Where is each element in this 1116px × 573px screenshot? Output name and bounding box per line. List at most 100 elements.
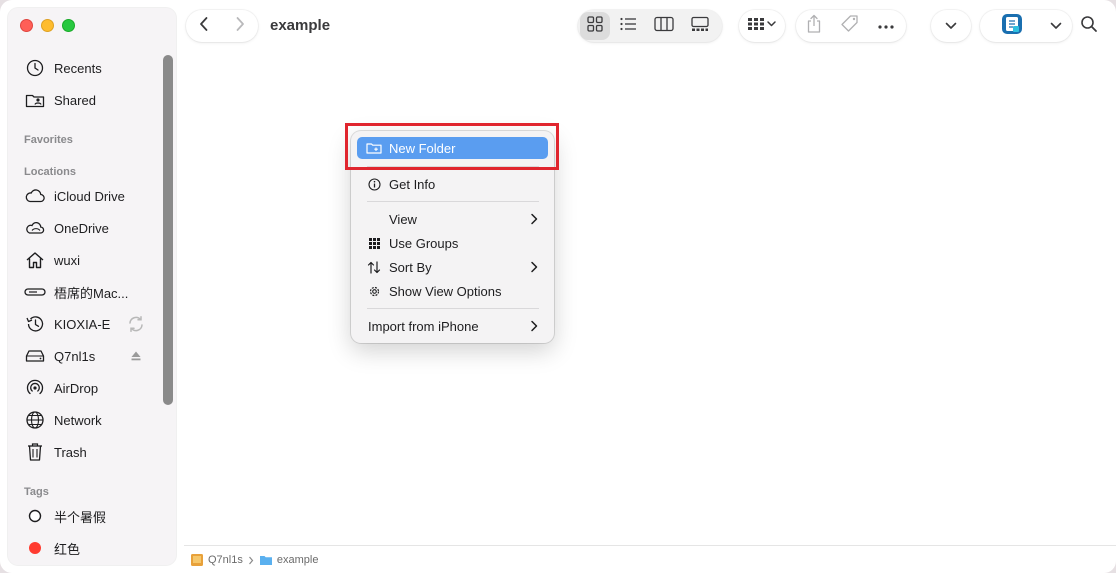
menu-item-label: Use Groups <box>389 235 459 251</box>
section-favorites: Favorites <box>24 134 73 146</box>
sidebar-tag-item[interactable]: 半个暑假 <box>24 504 106 528</box>
sidebar-item-icloud[interactable]: iCloud Drive <box>24 184 125 208</box>
app-extension-button[interactable] <box>980 10 1072 42</box>
path-segment-drive[interactable]: Q7nl1s <box>190 553 243 567</box>
chevron-right-icon <box>530 213 538 228</box>
grid-icon <box>363 237 385 250</box>
sort-icon <box>363 260 385 274</box>
sync-icon <box>127 315 145 333</box>
group-button[interactable] <box>739 10 785 42</box>
window-controls <box>20 19 75 32</box>
menu-item-label: Get Info <box>389 176 436 192</box>
search-icon <box>1080 15 1098 38</box>
gallery-view-icon <box>690 16 710 37</box>
drive-icon <box>24 345 46 367</box>
share-icon <box>806 14 822 39</box>
action-buttons <box>796 10 906 42</box>
cloud-icon <box>24 185 46 207</box>
trash-icon <box>24 441 46 463</box>
sidebar-item-label: KIOXIA-E <box>54 316 111 332</box>
clock-icon <box>24 57 46 79</box>
chevron-right-icon <box>530 261 538 276</box>
tag-icon <box>840 14 860 39</box>
chevron-down-icon <box>1050 17 1062 35</box>
minimize-button[interactable] <box>41 19 54 32</box>
ellipsis-icon <box>877 17 895 35</box>
gear-icon <box>363 285 385 298</box>
app-icon <box>1001 13 1023 40</box>
sidebar-item-kioxia[interactable]: KIOXIA-E <box>24 312 110 336</box>
path-segment-label: example <box>276 554 319 566</box>
sidebar-scrollbar[interactable] <box>163 55 173 405</box>
eject-icon[interactable] <box>127 347 145 365</box>
menu-item-label: Import from iPhone <box>368 318 479 334</box>
folder-icon <box>259 554 273 566</box>
column-view-icon <box>654 16 674 37</box>
app-extension-dropdown[interactable] <box>1044 12 1068 40</box>
nav-buttons <box>186 10 258 42</box>
sidebar-item-label: AirDrop <box>54 380 99 396</box>
more-button[interactable] <box>868 12 904 40</box>
globe-icon <box>24 409 46 431</box>
sidebar-item-label: 半个暑假 <box>54 509 107 525</box>
sidebar-item-trash[interactable]: Trash <box>24 440 87 464</box>
menu-item-use-groups[interactable]: Use Groups <box>357 232 548 254</box>
gallery-view-button[interactable] <box>682 12 718 40</box>
sidebar: Recents Shared Favorites Locations iClou… <box>8 8 176 565</box>
tag-circle-icon <box>24 537 46 559</box>
chevron-right-icon <box>234 16 246 37</box>
menu-item-import-from-iphone[interactable]: Import from iPhone <box>357 315 548 337</box>
zoom-button[interactable] <box>62 19 75 32</box>
list-view-icon <box>619 16 637 37</box>
path-bar: Q7nl1s example <box>184 545 1116 573</box>
group-icon <box>747 17 777 36</box>
sidebar-tag-item[interactable]: 红色 <box>24 536 80 560</box>
shared-folder-icon <box>24 89 46 111</box>
menu-item-show-view-options[interactable]: Show View Options <box>357 280 548 302</box>
sidebar-item-q7nl1s[interactable]: Q7nl1s <box>24 344 95 368</box>
search-button-inner <box>1072 12 1106 40</box>
chevron-right-icon <box>248 556 254 565</box>
sidebar-item-recents[interactable]: Recents <box>24 56 102 80</box>
airdrop-icon <box>24 377 46 399</box>
cloud-outline-icon <box>24 217 46 239</box>
sidebar-item-label: 梧席的Mac... <box>54 285 129 301</box>
sidebar-item-mac[interactable]: 梧席的Mac... <box>24 280 128 304</box>
dropdown-button[interactable] <box>931 10 971 42</box>
sidebar-item-label: OneDrive <box>54 220 109 236</box>
sidebar-item-airdrop[interactable]: AirDrop <box>24 376 98 400</box>
sidebar-item-network[interactable]: Network <box>24 408 102 432</box>
list-view-button[interactable] <box>610 12 646 40</box>
sidebar-item-label: Trash <box>54 444 87 460</box>
menu-item-sort-by[interactable]: Sort By <box>357 256 548 278</box>
search-button[interactable] <box>1072 10 1106 42</box>
finder-window: Recents Shared Favorites Locations iClou… <box>0 0 1116 573</box>
annotation-highlight <box>345 123 559 170</box>
column-view-button[interactable] <box>646 12 682 40</box>
window-title: example <box>270 17 331 34</box>
sidebar-item-label: Recents <box>54 60 102 76</box>
sidebar-item-label: Network <box>54 412 102 428</box>
tag-circle-icon <box>24 505 46 527</box>
menu-separator <box>367 201 539 202</box>
forward-button[interactable] <box>222 12 258 40</box>
drive-icon <box>190 553 204 567</box>
share-button[interactable] <box>796 12 832 40</box>
sidebar-item-onedrive[interactable]: OneDrive <box>24 216 109 240</box>
sidebar-item-shared[interactable]: Shared <box>24 88 96 112</box>
menu-item-label: Show View Options <box>389 283 502 299</box>
path-segment-folder[interactable]: example <box>259 554 319 566</box>
section-tags: Tags <box>24 486 49 498</box>
sidebar-item-label: iCloud Drive <box>54 188 125 204</box>
back-button[interactable] <box>186 12 222 40</box>
icon-view-button[interactable] <box>580 12 610 40</box>
menu-item-view[interactable]: View <box>357 208 548 230</box>
section-locations: Locations <box>24 166 76 178</box>
time-machine-icon <box>24 313 46 335</box>
menu-item-get-info[interactable]: Get Info <box>357 173 548 195</box>
view-switcher <box>578 10 722 42</box>
tag-button[interactable] <box>832 12 868 40</box>
close-button[interactable] <box>20 19 33 32</box>
sidebar-item-wuxi[interactable]: wuxi <box>24 248 80 272</box>
dropdown-button-inner <box>931 12 971 40</box>
